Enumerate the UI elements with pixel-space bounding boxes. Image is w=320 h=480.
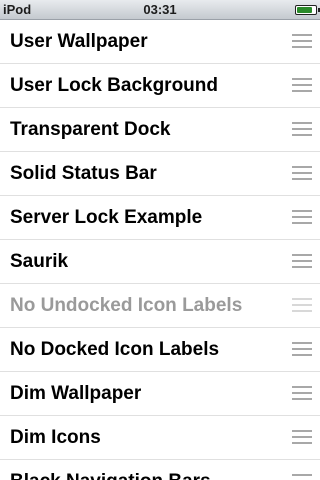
theme-list-item[interactable]: Dim Icons	[0, 416, 320, 460]
theme-list-item[interactable]: User Wallpaper	[0, 20, 320, 64]
reorder-handle-bar	[292, 298, 312, 300]
reorder-handle-icon[interactable]	[292, 473, 312, 480]
reorder-handle-icon[interactable]	[292, 385, 312, 401]
reorder-handle-icon[interactable]	[292, 209, 312, 225]
reorder-handle-bar	[292, 172, 312, 174]
reorder-handle-bar	[292, 128, 312, 130]
theme-item-label: Saurik	[10, 251, 69, 272]
reorder-handle-bar	[292, 430, 312, 432]
theme-item-label: User Lock Background	[10, 75, 218, 96]
reorder-handle-bar	[292, 386, 312, 388]
theme-list-item[interactable]: Dim Wallpaper	[0, 372, 320, 416]
reorder-handle-bar	[292, 342, 312, 344]
reorder-handle-bar	[292, 84, 312, 86]
reorder-handle-bar	[292, 254, 312, 256]
reorder-handle-bar	[292, 222, 312, 224]
theme-list[interactable]: User Wallpaper User Lock Background Transp…	[0, 20, 320, 480]
reorder-handle-bar	[292, 436, 312, 438]
reorder-handle-bar	[292, 210, 312, 212]
reorder-handle-bar	[292, 166, 312, 168]
status-bar: iPod 03:31	[0, 0, 320, 20]
reorder-handle-icon[interactable]	[292, 165, 312, 181]
reorder-handle-bar	[292, 216, 312, 218]
reorder-handle-bar	[292, 78, 312, 80]
reorder-handle-bar	[292, 260, 312, 262]
reorder-handle-bar	[292, 34, 312, 36]
reorder-handle-bar	[292, 348, 312, 350]
theme-list-item[interactable]: No Undocked Icon Labels	[0, 284, 320, 328]
reorder-handle-bar	[292, 392, 312, 394]
theme-item-label: Black Navigation Bars	[10, 471, 211, 480]
battery-icon	[295, 5, 317, 15]
reorder-handle-bar	[292, 310, 312, 312]
reorder-handle-icon[interactable]	[292, 77, 312, 93]
reorder-handle-icon[interactable]	[292, 121, 312, 137]
theme-item-label: No Undocked Icon Labels	[10, 295, 243, 316]
reorder-handle-icon[interactable]	[292, 297, 312, 313]
theme-list-item[interactable]: No Docked Icon Labels	[0, 328, 320, 372]
reorder-handle-icon[interactable]	[292, 341, 312, 357]
reorder-handle-icon[interactable]	[292, 33, 312, 49]
theme-list-item[interactable]: Transparent Dock	[0, 108, 320, 152]
theme-list-item[interactable]: Black Navigation Bars	[0, 460, 320, 480]
reorder-handle-bar	[292, 90, 312, 92]
reorder-handle-icon[interactable]	[292, 253, 312, 269]
reorder-handle-bar	[292, 304, 312, 306]
theme-item-label: Server Lock Example	[10, 207, 203, 228]
reorder-handle-bar	[292, 178, 312, 180]
theme-item-label: Solid Status Bar	[10, 163, 157, 184]
theme-item-label: Dim Icons	[10, 427, 101, 448]
theme-list-item[interactable]: Server Lock Example	[0, 196, 320, 240]
theme-item-label: No Docked Icon Labels	[10, 339, 220, 360]
theme-list-item[interactable]: User Lock Background	[0, 64, 320, 108]
reorder-handle-bar	[292, 40, 312, 42]
reorder-handle-bar	[292, 398, 312, 400]
reorder-handle-bar	[292, 134, 312, 136]
reorder-handle-bar	[292, 474, 312, 476]
reorder-handle-bar	[292, 442, 312, 444]
battery-level	[297, 7, 313, 13]
reorder-handle-bar	[292, 122, 312, 124]
theme-item-label: Transparent Dock	[10, 119, 171, 140]
theme-item-label: User Wallpaper	[10, 31, 148, 52]
theme-list-item[interactable]: Saurik	[0, 240, 320, 284]
reorder-handle-bar	[292, 46, 312, 48]
status-clock: 03:31	[143, 2, 177, 17]
reorder-handle-icon[interactable]	[292, 429, 312, 445]
reorder-handle-bar	[292, 266, 312, 268]
theme-list-item[interactable]: Solid Status Bar	[0, 152, 320, 196]
reorder-handle-bar	[292, 354, 312, 356]
theme-item-label: Dim Wallpaper	[10, 383, 142, 404]
